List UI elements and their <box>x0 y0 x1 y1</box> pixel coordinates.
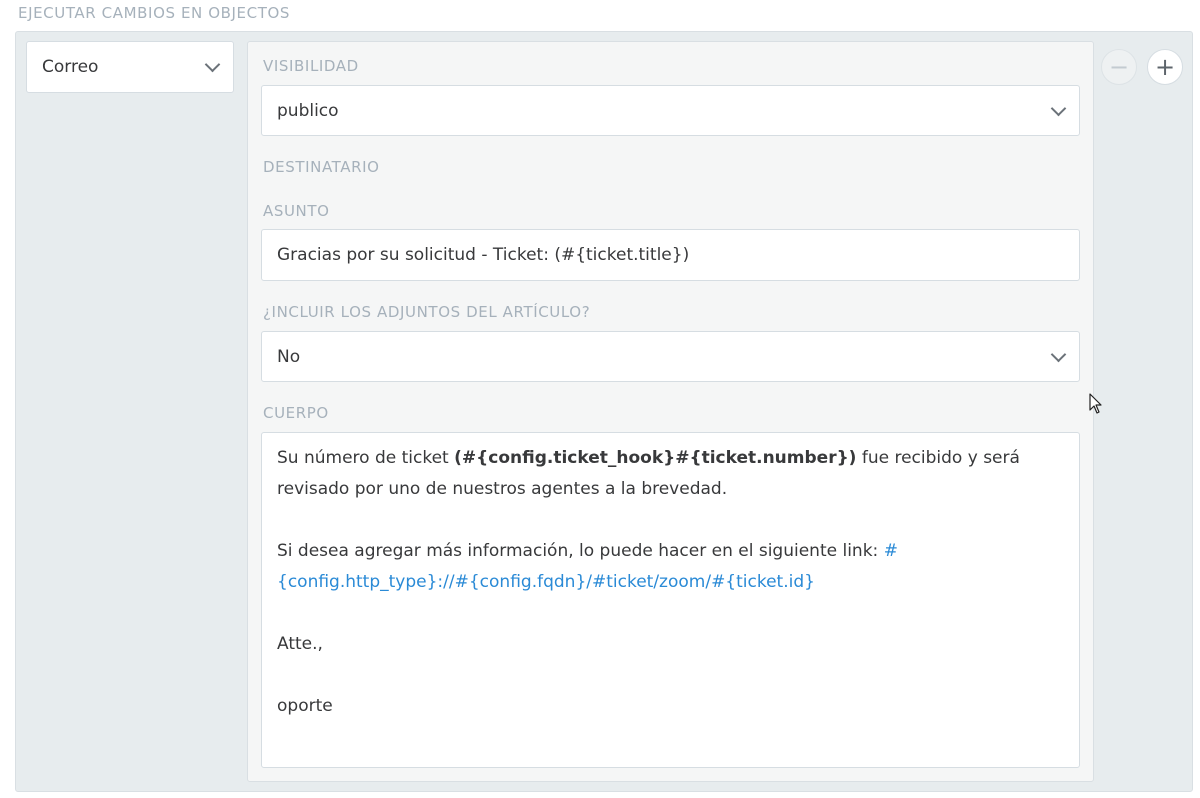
body-signature: oporte <box>277 696 333 716</box>
body-label: CUERPO <box>263 404 329 422</box>
action-type-select[interactable]: Correo <box>26 41 234 93</box>
recipient-label: DESTINATARIO <box>263 158 380 176</box>
body-text: Si desea agregar más información, lo pue… <box>277 541 884 561</box>
visibility-value: publico <box>277 100 339 121</box>
minus-icon: − <box>1108 53 1130 81</box>
body-text: Su número de ticket <box>277 448 455 468</box>
subject-label: ASUNTO <box>263 202 330 220</box>
body-closing: Atte., <box>277 634 323 654</box>
object-changes-container: Correo VISIBILIDAD publico DESTINATARIO … <box>15 31 1193 792</box>
remove-action-button[interactable]: − <box>1101 49 1137 85</box>
body-editor[interactable]: Su número de ticket (#{config.ticket_hoo… <box>261 432 1080 768</box>
chevron-down-icon <box>1050 100 1067 116</box>
section-title: EJECUTAR CAMBIOS EN OBJECTOS <box>18 4 290 22</box>
attachments-value: No <box>277 346 301 367</box>
visibility-label: VISIBILIDAD <box>263 57 359 75</box>
action-type-value: Correo <box>42 57 99 77</box>
subject-input[interactable]: Gracias por su solicitud - Ticket: (#{ti… <box>261 229 1080 281</box>
subject-value: Gracias por su solicitud - Ticket: (#{ti… <box>277 245 690 265</box>
visibility-select[interactable]: publico <box>261 85 1080 136</box>
chevron-down-icon <box>1050 346 1067 362</box>
plus-icon: + <box>1154 53 1176 81</box>
mouse-pointer-icon <box>1089 393 1102 414</box>
email-settings-panel: VISIBILIDAD publico DESTINATARIO ASUNTO … <box>247 41 1094 782</box>
chevron-down-icon <box>204 56 221 73</box>
body-paragraph-1: Su número de ticket (#{config.ticket_hoo… <box>277 443 1064 505</box>
body-paragraph-2: Si desea agregar más información, lo pue… <box>277 536 1064 598</box>
body-placeholder-bold: (#{config.ticket_hook}#{ticket.number}) <box>454 448 857 468</box>
add-action-button[interactable]: + <box>1147 49 1183 85</box>
attachments-select[interactable]: No <box>261 331 1080 382</box>
attachments-label: ¿INCLUIR LOS ADJUNTOS DEL ARTÍCULO? <box>263 303 591 321</box>
